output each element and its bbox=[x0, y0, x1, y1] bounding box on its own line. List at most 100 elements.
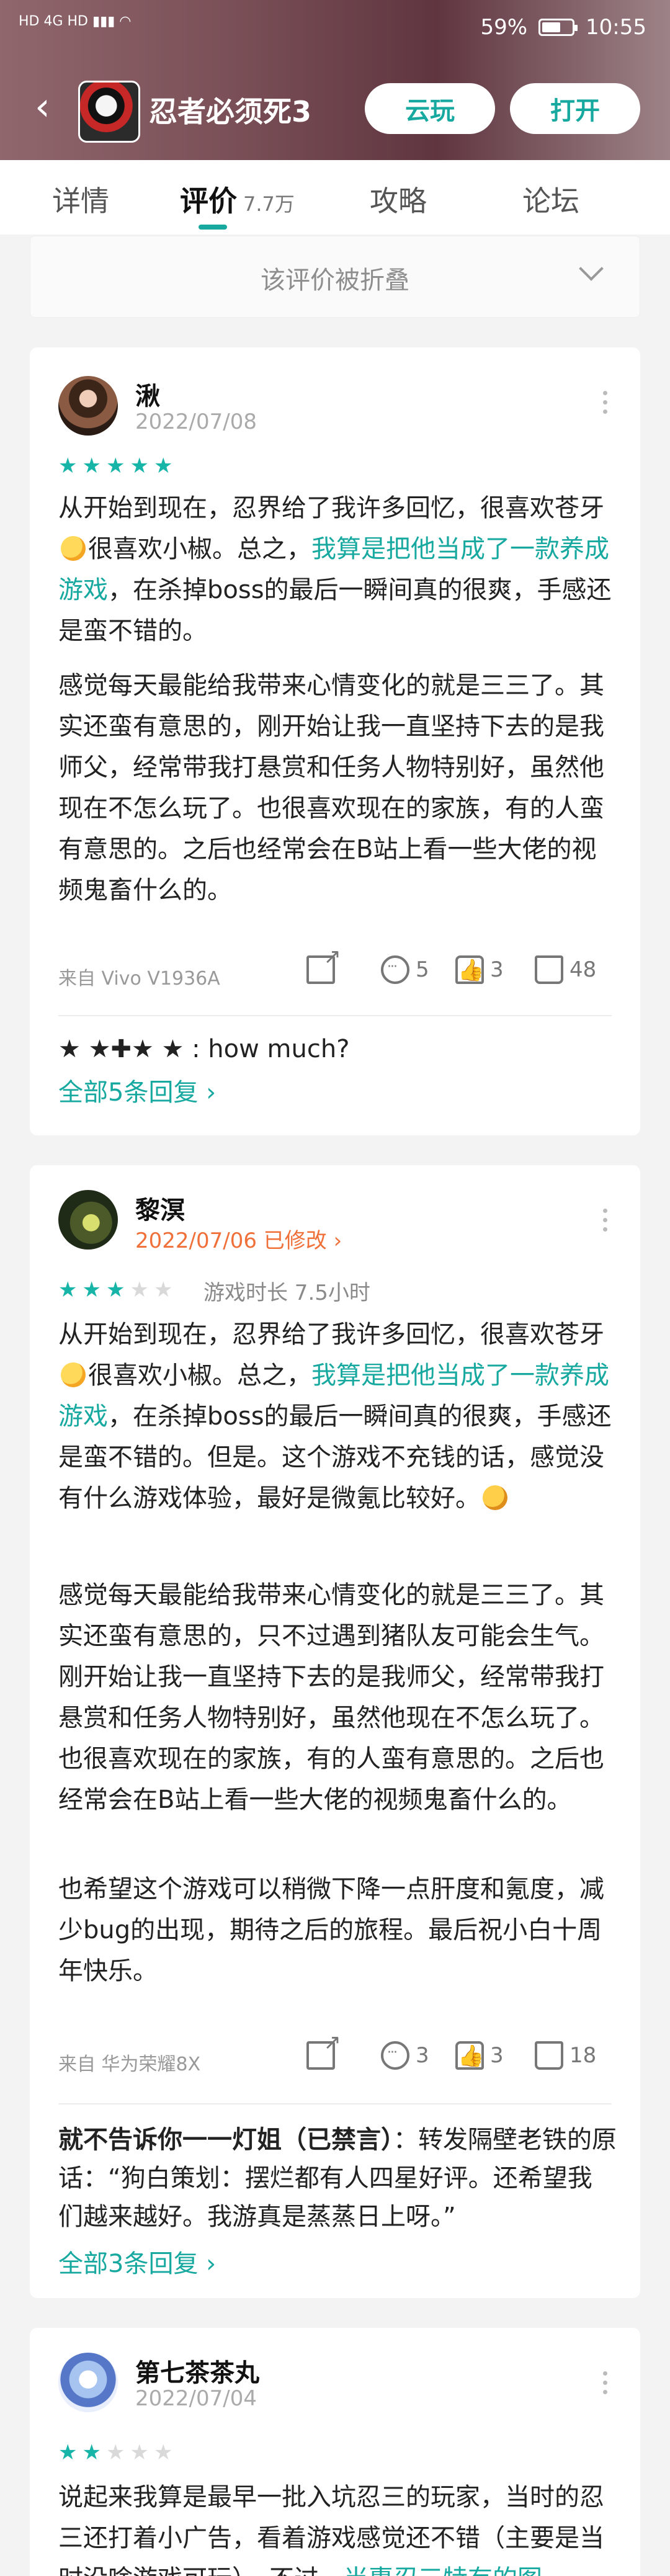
tab-label: 攻略 bbox=[370, 184, 427, 218]
tab-guides[interactable]: 攻略 bbox=[370, 179, 427, 220]
star-icon: ★ bbox=[105, 1277, 125, 1302]
rating-stars: ★ ★ ★ ★ ★ bbox=[58, 2442, 172, 2463]
thumbs-down-icon bbox=[535, 955, 563, 984]
review-paragraph: 感觉每天最能给我带来心情变化的就是三三了。其实还蛮有意思的，只不过遇到猪队友可能… bbox=[58, 1581, 604, 1814]
status-right: 59% 10:55 bbox=[480, 15, 646, 40]
share-icon bbox=[306, 2030, 341, 2070]
review-date-edited[interactable]: 2022/07/06 已修改 › bbox=[135, 1223, 342, 1254]
share-button[interactable] bbox=[306, 944, 341, 984]
tab-label: 论坛 bbox=[522, 184, 579, 218]
comment-button[interactable]: 3 bbox=[381, 2041, 429, 2070]
divider bbox=[58, 2103, 612, 2104]
comment-count: 3 bbox=[416, 2043, 429, 2068]
tab-details[interactable]: 详情 bbox=[52, 179, 109, 220]
dislike-count: 48 bbox=[570, 957, 597, 982]
battery-percent: 59% bbox=[480, 15, 528, 40]
review-paragraph: 从开始到现在，忍界给了我许多回忆，很喜欢苍牙很喜欢小椒。总之，我算是把他当成了一… bbox=[58, 1314, 617, 1519]
dislike-button[interactable]: 18 bbox=[535, 2041, 596, 2070]
text-segment: ，在杀掉boss的最后一瞬间真的很爽，手感还是蛮不错的。但是。这个游戏不充钱的话… bbox=[58, 1402, 612, 1513]
cloud-play-button[interactable]: 云玩 bbox=[365, 83, 495, 134]
star-icon: ★ bbox=[82, 1277, 101, 1302]
tab-reviews[interactable]: 评价 7.7万 bbox=[180, 179, 295, 220]
battery-icon bbox=[538, 19, 578, 36]
review-footer: 来自 Vivo V1936A 5 3 48 bbox=[58, 944, 617, 990]
like-button[interactable]: 3 bbox=[455, 955, 504, 984]
avatar[interactable] bbox=[58, 376, 118, 436]
share-icon bbox=[306, 944, 341, 984]
game-logo bbox=[78, 81, 140, 143]
app-header: HD 4G HD ▮▮▮ ◠ 59% 10:55 ‹ 忍者必须死3 云玩 打开 bbox=[0, 0, 670, 160]
more-options-icon[interactable] bbox=[603, 1209, 608, 1237]
nav-bar: ‹ 忍者必须死3 云玩 打开 bbox=[0, 74, 670, 143]
star-icon: ★ bbox=[153, 454, 173, 478]
clock: 10:55 bbox=[586, 15, 646, 40]
text-segment: 从开始到现在，忍界给了我许多回忆，很喜欢苍牙 bbox=[58, 494, 604, 522]
view-all-replies-link[interactable]: 全部3条回复 › bbox=[58, 2243, 216, 2279]
like-count: 3 bbox=[490, 2043, 504, 2068]
sad-emoji-icon bbox=[483, 1485, 507, 1510]
star-icon: ★ bbox=[105, 2440, 125, 2465]
back-arrow-icon[interactable]: ‹ bbox=[35, 87, 63, 127]
game-title: 忍者必须死3 bbox=[149, 95, 312, 128]
review-username[interactable]: 第七茶茶丸 bbox=[135, 2353, 259, 2389]
star-icon: ★ bbox=[58, 2440, 78, 2465]
text-segment: 很喜欢小椒。总之， bbox=[88, 1361, 311, 1390]
review-footer: 来自 华为荣耀8X 3 3 18 bbox=[58, 2030, 617, 2076]
like-count: 3 bbox=[490, 957, 504, 982]
text-segment: 说起来我算是最早一批入坑忍三的玩家，当时的忍三还打着小广告，看着游戏感觉还不错（… bbox=[58, 2483, 604, 2576]
kiss-emoji-icon bbox=[61, 1362, 86, 1387]
comment-icon bbox=[381, 955, 409, 984]
review-card: 第七茶茶丸 2022/07/04 ★ ★ ★ ★ ★ 说起来我算是最早一批入坑忍三的玩家… bbox=[30, 2328, 640, 2576]
star-icon: ★ bbox=[153, 2440, 173, 2465]
reply-author[interactable]: 就不告诉你一一灯姐（已禁言） bbox=[58, 2126, 393, 2154]
review-count: 7.7万 bbox=[243, 192, 295, 216]
review-paragraph: 从开始到现在，忍界给了我许多回忆，很喜欢苍牙很喜欢小椒。总之，我算是把他当成了一… bbox=[58, 488, 617, 651]
star-icon: ★ bbox=[130, 2440, 149, 2465]
star-icon: ★ bbox=[58, 1277, 78, 1302]
device-label: 来自 Vivo V1936A bbox=[58, 968, 220, 990]
review-paragraph: 说起来我算是最早一批入坑忍三的玩家，当时的忍三还打着小广告，看着游戏感觉还不错（… bbox=[58, 2477, 617, 2576]
status-bar: HD 4G HD ▮▮▮ ◠ 59% 10:55 bbox=[0, 0, 670, 59]
text-segment: ，在杀掉boss的最后一瞬间真的很爽，手感还是蛮不错的。 bbox=[58, 576, 612, 645]
thumbs-down-icon bbox=[535, 2041, 563, 2070]
folded-text: 该评价被折叠 bbox=[261, 266, 409, 295]
highlighted-text: 当惠忍三特有的图 bbox=[344, 2565, 542, 2576]
kiss-emoji-icon bbox=[61, 536, 86, 561]
tab-label: 详情 bbox=[52, 184, 109, 218]
tab-forum[interactable]: 论坛 bbox=[522, 179, 579, 220]
more-options-icon[interactable] bbox=[603, 391, 608, 419]
review-card: 黎溟 2022/07/06 已修改 › ★ ★ ★ ★ ★ 游戏时长 7.5小时 从开始… bbox=[30, 1165, 640, 2298]
star-icon: ★ bbox=[82, 454, 101, 478]
like-button[interactable]: 3 bbox=[455, 2041, 504, 2070]
share-button[interactable] bbox=[306, 2030, 341, 2070]
star-icon: ★ bbox=[82, 2440, 101, 2465]
star-icon: ★ bbox=[130, 454, 149, 478]
device-label: 来自 华为荣耀8X bbox=[58, 2054, 201, 2075]
reply-preview: 就不告诉你一一灯姐（已禁言）：转发隔壁老铁的原话：“狗白策划：摆烂都有人四星好评… bbox=[58, 2121, 617, 2236]
text-segment: 很喜欢小椒。总之， bbox=[88, 535, 311, 563]
dislike-button[interactable]: 48 bbox=[535, 955, 596, 984]
star-icon: ★ bbox=[105, 454, 125, 478]
comment-button[interactable]: 5 bbox=[381, 955, 429, 984]
more-options-icon[interactable] bbox=[603, 2371, 608, 2399]
star-icon: ★ bbox=[153, 1277, 173, 1302]
review-username[interactable]: 黎溟 bbox=[135, 1190, 185, 1226]
star-icon: ★ bbox=[130, 1277, 149, 1302]
avatar[interactable] bbox=[58, 2353, 118, 2412]
comment-count: 5 bbox=[416, 957, 429, 982]
text-segment: 从开始到现在，忍界给了我许多回忆，很喜欢苍牙 bbox=[58, 1320, 604, 1349]
active-tab-indicator bbox=[199, 225, 227, 230]
folded-review-bar[interactable]: 该评价被折叠 bbox=[30, 236, 640, 318]
review-date: 2022/07/08 bbox=[135, 409, 257, 434]
divider bbox=[58, 1015, 612, 1016]
dislike-count: 18 bbox=[570, 2043, 597, 2068]
avatar[interactable] bbox=[58, 1190, 118, 1250]
tab-label: 评价 bbox=[180, 184, 237, 218]
review-paragraph: 也希望这个游戏可以稍微下降一点肝度和氪度，减少bug的出现，期待之后的旅程。最后… bbox=[58, 1875, 604, 1985]
view-all-replies-link[interactable]: 全部5条回复 › bbox=[58, 1072, 216, 1108]
review-username[interactable]: 湫 bbox=[135, 376, 160, 412]
signal-indicators: HD 4G HD ▮▮▮ ◠ bbox=[19, 14, 132, 29]
review-card: 湫 2022/07/08 ★ ★ ★ ★ ★ 从开始到现在，忍界给了我许多回忆，很喜欢苍… bbox=[30, 347, 640, 1135]
playtime-label: 游戏时长 7.5小时 bbox=[203, 1281, 370, 1305]
open-button[interactable]: 打开 bbox=[510, 83, 640, 134]
